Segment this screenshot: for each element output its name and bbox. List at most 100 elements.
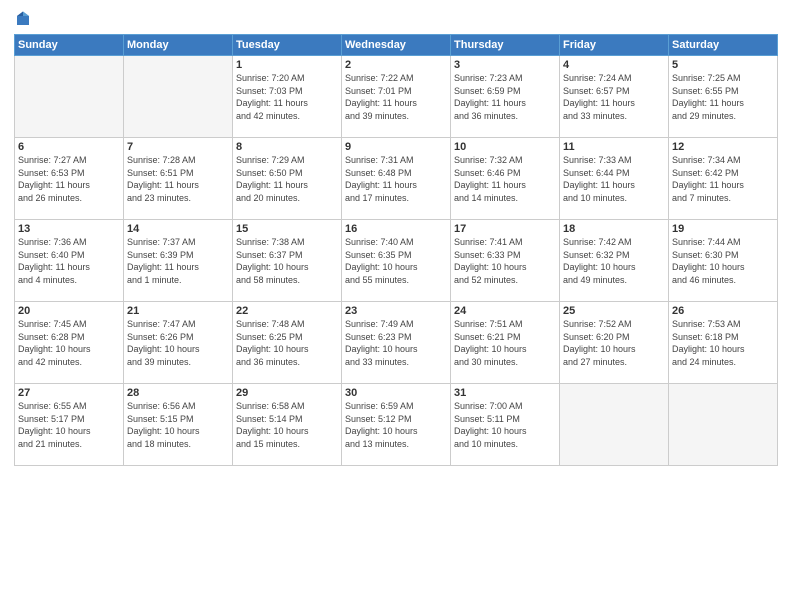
- day-info: Sunrise: 7:00 AM Sunset: 5:11 PM Dayligh…: [454, 400, 556, 450]
- day-info: Sunrise: 7:44 AM Sunset: 6:30 PM Dayligh…: [672, 236, 774, 286]
- day-number: 7: [127, 141, 229, 153]
- calendar-table: SundayMondayTuesdayWednesdayThursdayFrid…: [14, 34, 778, 466]
- day-number: 23: [345, 305, 447, 317]
- day-info: Sunrise: 7:29 AM Sunset: 6:50 PM Dayligh…: [236, 154, 338, 204]
- day-info: Sunrise: 7:49 AM Sunset: 6:23 PM Dayligh…: [345, 318, 447, 368]
- calendar-day: 12Sunrise: 7:34 AM Sunset: 6:42 PM Dayli…: [669, 138, 778, 220]
- calendar-day: 3Sunrise: 7:23 AM Sunset: 6:59 PM Daylig…: [451, 56, 560, 138]
- day-number: 12: [672, 141, 774, 153]
- calendar-day: 9Sunrise: 7:31 AM Sunset: 6:48 PM Daylig…: [342, 138, 451, 220]
- day-info: Sunrise: 7:38 AM Sunset: 6:37 PM Dayligh…: [236, 236, 338, 286]
- day-number: 9: [345, 141, 447, 153]
- day-number: 27: [18, 387, 120, 399]
- calendar-day: 15Sunrise: 7:38 AM Sunset: 6:37 PM Dayli…: [233, 220, 342, 302]
- day-info: Sunrise: 7:27 AM Sunset: 6:53 PM Dayligh…: [18, 154, 120, 204]
- day-number: 21: [127, 305, 229, 317]
- day-info: Sunrise: 7:47 AM Sunset: 6:26 PM Dayligh…: [127, 318, 229, 368]
- general-blue-icon: [14, 10, 32, 28]
- day-number: 2: [345, 59, 447, 71]
- calendar-day: 8Sunrise: 7:29 AM Sunset: 6:50 PM Daylig…: [233, 138, 342, 220]
- day-header-sunday: Sunday: [15, 35, 124, 56]
- day-info: Sunrise: 7:48 AM Sunset: 6:25 PM Dayligh…: [236, 318, 338, 368]
- calendar-day: 31Sunrise: 7:00 AM Sunset: 5:11 PM Dayli…: [451, 384, 560, 466]
- day-info: Sunrise: 6:55 AM Sunset: 5:17 PM Dayligh…: [18, 400, 120, 450]
- day-number: 31: [454, 387, 556, 399]
- calendar-day: [560, 384, 669, 466]
- day-number: 29: [236, 387, 338, 399]
- calendar-day: 30Sunrise: 6:59 AM Sunset: 5:12 PM Dayli…: [342, 384, 451, 466]
- calendar-day: 24Sunrise: 7:51 AM Sunset: 6:21 PM Dayli…: [451, 302, 560, 384]
- calendar-week-row: 1Sunrise: 7:20 AM Sunset: 7:03 PM Daylig…: [15, 56, 778, 138]
- day-number: 25: [563, 305, 665, 317]
- calendar-day: 5Sunrise: 7:25 AM Sunset: 6:55 PM Daylig…: [669, 56, 778, 138]
- day-info: Sunrise: 7:24 AM Sunset: 6:57 PM Dayligh…: [563, 72, 665, 122]
- logo: [14, 10, 34, 28]
- calendar-day: 17Sunrise: 7:41 AM Sunset: 6:33 PM Dayli…: [451, 220, 560, 302]
- day-info: Sunrise: 7:37 AM Sunset: 6:39 PM Dayligh…: [127, 236, 229, 286]
- day-header-tuesday: Tuesday: [233, 35, 342, 56]
- calendar-day: 6Sunrise: 7:27 AM Sunset: 6:53 PM Daylig…: [15, 138, 124, 220]
- calendar-day: 10Sunrise: 7:32 AM Sunset: 6:46 PM Dayli…: [451, 138, 560, 220]
- day-header-thursday: Thursday: [451, 35, 560, 56]
- day-info: Sunrise: 7:40 AM Sunset: 6:35 PM Dayligh…: [345, 236, 447, 286]
- day-info: Sunrise: 7:28 AM Sunset: 6:51 PM Dayligh…: [127, 154, 229, 204]
- day-info: Sunrise: 7:33 AM Sunset: 6:44 PM Dayligh…: [563, 154, 665, 204]
- day-number: 6: [18, 141, 120, 153]
- day-info: Sunrise: 6:59 AM Sunset: 5:12 PM Dayligh…: [345, 400, 447, 450]
- day-number: 22: [236, 305, 338, 317]
- day-number: 19: [672, 223, 774, 235]
- day-number: 10: [454, 141, 556, 153]
- calendar-day: 20Sunrise: 7:45 AM Sunset: 6:28 PM Dayli…: [15, 302, 124, 384]
- calendar-day: 1Sunrise: 7:20 AM Sunset: 7:03 PM Daylig…: [233, 56, 342, 138]
- day-info: Sunrise: 7:22 AM Sunset: 7:01 PM Dayligh…: [345, 72, 447, 122]
- day-number: 30: [345, 387, 447, 399]
- day-number: 24: [454, 305, 556, 317]
- day-info: Sunrise: 7:51 AM Sunset: 6:21 PM Dayligh…: [454, 318, 556, 368]
- calendar-day: [124, 56, 233, 138]
- day-number: 8: [236, 141, 338, 153]
- calendar-day: 27Sunrise: 6:55 AM Sunset: 5:17 PM Dayli…: [15, 384, 124, 466]
- calendar-header-row: SundayMondayTuesdayWednesdayThursdayFrid…: [15, 35, 778, 56]
- calendar-day: 22Sunrise: 7:48 AM Sunset: 6:25 PM Dayli…: [233, 302, 342, 384]
- day-info: Sunrise: 7:20 AM Sunset: 7:03 PM Dayligh…: [236, 72, 338, 122]
- day-info: Sunrise: 7:36 AM Sunset: 6:40 PM Dayligh…: [18, 236, 120, 286]
- calendar-day: 2Sunrise: 7:22 AM Sunset: 7:01 PM Daylig…: [342, 56, 451, 138]
- calendar-day: 11Sunrise: 7:33 AM Sunset: 6:44 PM Dayli…: [560, 138, 669, 220]
- day-header-monday: Monday: [124, 35, 233, 56]
- day-number: 5: [672, 59, 774, 71]
- day-info: Sunrise: 7:32 AM Sunset: 6:46 PM Dayligh…: [454, 154, 556, 204]
- day-number: 13: [18, 223, 120, 235]
- day-header-wednesday: Wednesday: [342, 35, 451, 56]
- day-info: Sunrise: 7:42 AM Sunset: 6:32 PM Dayligh…: [563, 236, 665, 286]
- day-info: Sunrise: 7:25 AM Sunset: 6:55 PM Dayligh…: [672, 72, 774, 122]
- day-number: 1: [236, 59, 338, 71]
- day-info: Sunrise: 7:45 AM Sunset: 6:28 PM Dayligh…: [18, 318, 120, 368]
- day-number: 17: [454, 223, 556, 235]
- day-number: 28: [127, 387, 229, 399]
- calendar-day: 4Sunrise: 7:24 AM Sunset: 6:57 PM Daylig…: [560, 56, 669, 138]
- day-info: Sunrise: 6:58 AM Sunset: 5:14 PM Dayligh…: [236, 400, 338, 450]
- day-info: Sunrise: 6:56 AM Sunset: 5:15 PM Dayligh…: [127, 400, 229, 450]
- day-number: 20: [18, 305, 120, 317]
- day-header-friday: Friday: [560, 35, 669, 56]
- calendar-day: 25Sunrise: 7:52 AM Sunset: 6:20 PM Dayli…: [560, 302, 669, 384]
- day-header-saturday: Saturday: [669, 35, 778, 56]
- calendar-week-row: 6Sunrise: 7:27 AM Sunset: 6:53 PM Daylig…: [15, 138, 778, 220]
- day-info: Sunrise: 7:34 AM Sunset: 6:42 PM Dayligh…: [672, 154, 774, 204]
- calendar-day: 7Sunrise: 7:28 AM Sunset: 6:51 PM Daylig…: [124, 138, 233, 220]
- calendar-day: 21Sunrise: 7:47 AM Sunset: 6:26 PM Dayli…: [124, 302, 233, 384]
- calendar-day: 18Sunrise: 7:42 AM Sunset: 6:32 PM Dayli…: [560, 220, 669, 302]
- calendar-day: [669, 384, 778, 466]
- day-number: 26: [672, 305, 774, 317]
- page: SundayMondayTuesdayWednesdayThursdayFrid…: [0, 0, 792, 612]
- day-info: Sunrise: 7:53 AM Sunset: 6:18 PM Dayligh…: [672, 318, 774, 368]
- calendar-week-row: 27Sunrise: 6:55 AM Sunset: 5:17 PM Dayli…: [15, 384, 778, 466]
- calendar-day: [15, 56, 124, 138]
- day-info: Sunrise: 7:23 AM Sunset: 6:59 PM Dayligh…: [454, 72, 556, 122]
- calendar-day: 26Sunrise: 7:53 AM Sunset: 6:18 PM Dayli…: [669, 302, 778, 384]
- header: [14, 10, 778, 28]
- day-number: 16: [345, 223, 447, 235]
- day-number: 11: [563, 141, 665, 153]
- calendar-day: 16Sunrise: 7:40 AM Sunset: 6:35 PM Dayli…: [342, 220, 451, 302]
- calendar-day: 13Sunrise: 7:36 AM Sunset: 6:40 PM Dayli…: [15, 220, 124, 302]
